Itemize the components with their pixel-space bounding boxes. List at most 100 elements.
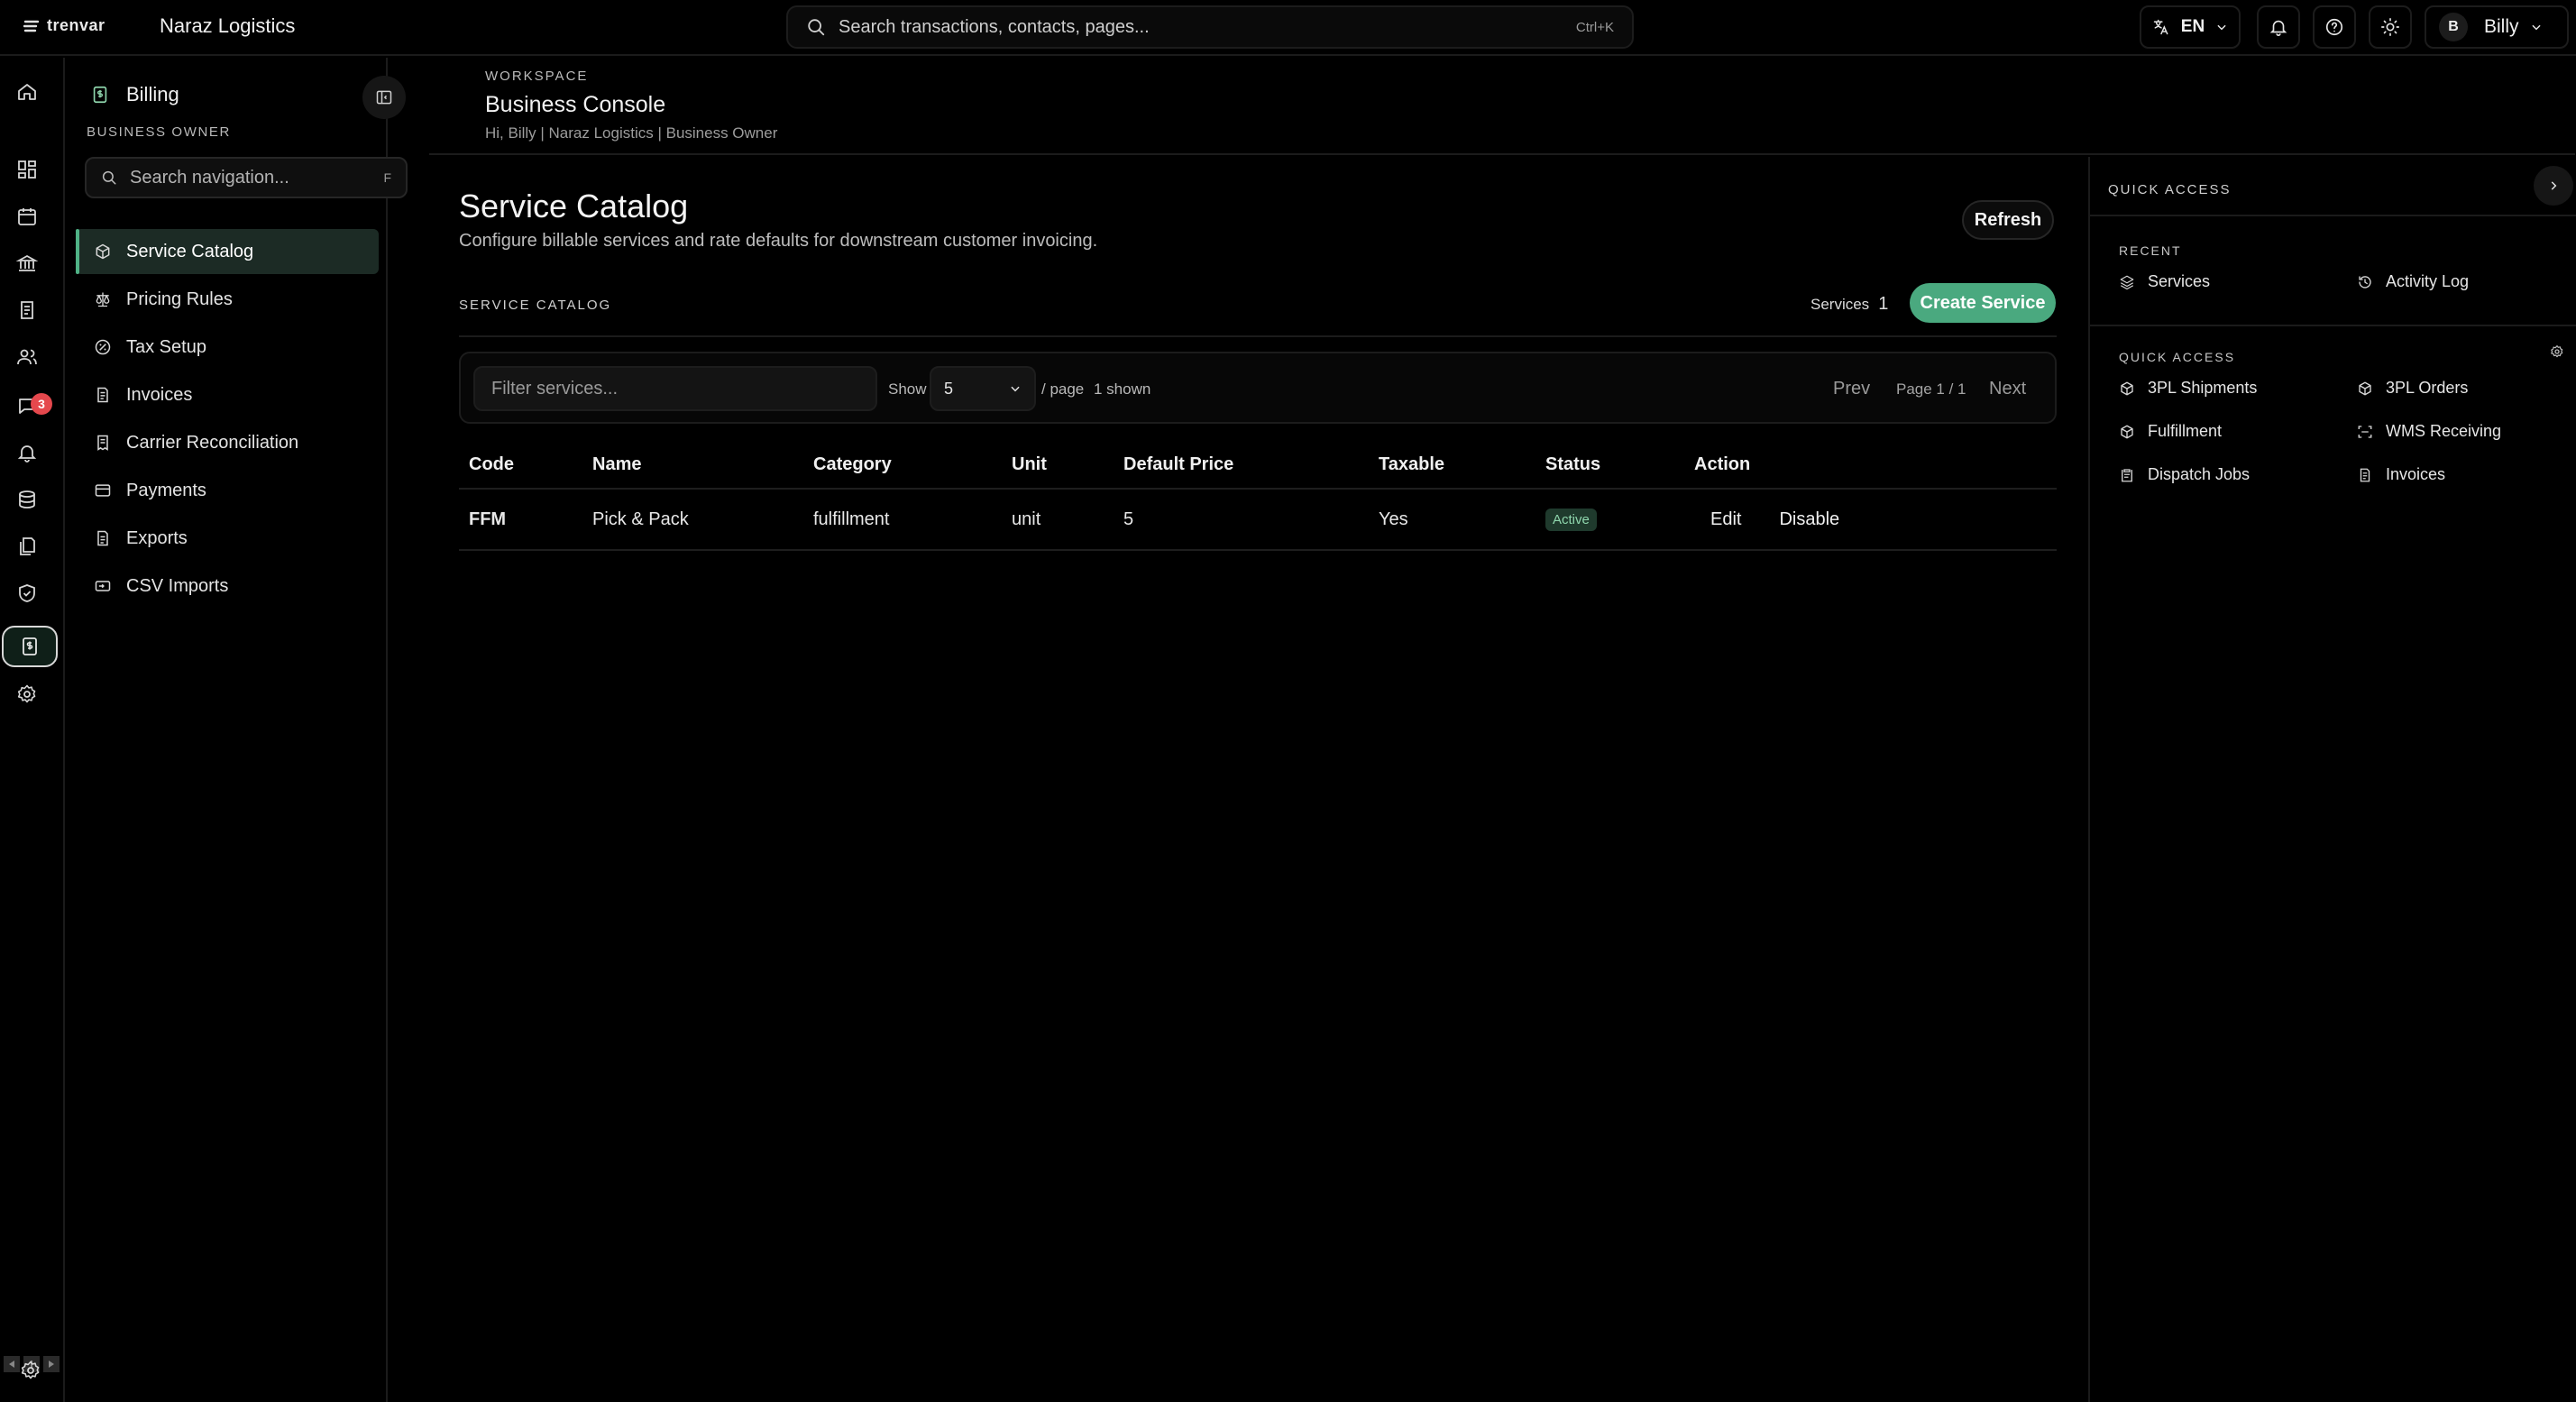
sidebar-item-payments[interactable]: Payments bbox=[76, 468, 379, 513]
layers-icon bbox=[2120, 275, 2134, 289]
column-header-action: Action bbox=[1684, 442, 2057, 490]
disable-button[interactable]: Disable bbox=[1779, 509, 1839, 530]
export-icon bbox=[97, 530, 108, 546]
brand-name: trenvar bbox=[47, 16, 105, 34]
sidebar-item-carrier-reconciliation[interactable]: Carrier Reconciliation bbox=[76, 420, 379, 465]
import-icon bbox=[95, 581, 111, 591]
quick-item-label: Fulfillment bbox=[2148, 422, 2223, 440]
top-actions: EN B Billy bbox=[2140, 5, 2576, 49]
users-icon[interactable] bbox=[13, 343, 41, 371]
user-menu[interactable]: B Billy bbox=[2425, 5, 2569, 49]
global-search[interactable]: Search transactions, contacts, pages... … bbox=[786, 5, 1634, 49]
bell-icon[interactable] bbox=[13, 438, 41, 467]
box-icon bbox=[2121, 425, 2133, 438]
column-header-default-price: Default Price bbox=[1114, 442, 1369, 490]
shield-icon[interactable] bbox=[13, 579, 41, 608]
page-title: Service Catalog bbox=[459, 188, 689, 225]
sidebar-collapse-button[interactable] bbox=[362, 76, 406, 119]
quick-item-invoices[interactable]: Invoices bbox=[2357, 465, 2445, 484]
quick-item-fulfillment[interactable]: Fulfillment bbox=[2119, 422, 2222, 441]
sidebar-item-exports[interactable]: Exports bbox=[76, 516, 379, 561]
sidebar-item-label: Carrier Reconciliation bbox=[126, 432, 299, 453]
brand-logo[interactable]: trenvar bbox=[23, 16, 105, 35]
avatar: B bbox=[2439, 13, 2468, 41]
table-header-row: Code Name Category Unit Default Price Ta… bbox=[459, 442, 2057, 490]
quick-access-label: QUICK ACCESS bbox=[2119, 350, 2236, 364]
quick-item-label: Invoices bbox=[2386, 465, 2446, 483]
cell-taxable: Yes bbox=[1369, 489, 1536, 551]
sidebar-item-label: Payments bbox=[126, 480, 206, 500]
bell-icon bbox=[2269, 20, 2287, 36]
history-icon bbox=[2359, 275, 2371, 289]
help-button[interactable] bbox=[2313, 5, 2356, 49]
quick-access-settings-button[interactable] bbox=[2550, 344, 2564, 359]
sidebar-role: BUSINESS OWNER bbox=[87, 124, 231, 140]
quick-access-title: QUICK ACCESS bbox=[2108, 182, 2232, 197]
billing-icon[interactable] bbox=[2, 626, 58, 667]
chevron-down-icon bbox=[1011, 386, 1020, 392]
sidebar-item-label: Service Catalog bbox=[126, 241, 254, 261]
recent-item-services[interactable]: Services bbox=[2119, 272, 2210, 291]
edit-button[interactable]: Edit bbox=[1694, 509, 1741, 530]
recent-item-activity-log[interactable]: Activity Log bbox=[2357, 272, 2469, 291]
database-icon[interactable] bbox=[13, 485, 41, 514]
quick-item-label: Dispatch Jobs bbox=[2148, 465, 2251, 483]
translate-icon bbox=[2153, 19, 2168, 35]
quick-item-3pl-shipments[interactable]: 3PL Shipments bbox=[2119, 379, 2257, 398]
gear-icon[interactable] bbox=[13, 680, 41, 709]
next-page-button[interactable]: Next bbox=[1989, 379, 2026, 399]
box-icon bbox=[2359, 381, 2371, 395]
gear-icon bbox=[2551, 345, 2563, 358]
nav-search-input[interactable]: Search navigation... F bbox=[85, 157, 408, 198]
quick-item-label: WMS Receiving bbox=[2386, 422, 2502, 440]
divider bbox=[2090, 325, 2576, 326]
calendar-icon[interactable] bbox=[13, 202, 41, 231]
filter-services-input[interactable] bbox=[473, 366, 877, 411]
quick-access-panel: QUICK ACCESS RECENT Services Activity Lo… bbox=[2088, 157, 2576, 1402]
per-page-label: / page bbox=[1041, 380, 1085, 398]
help-icon bbox=[2325, 18, 2343, 36]
org-name[interactable]: Naraz Logistics bbox=[160, 14, 295, 38]
sidebar-item-csv-imports[interactable]: CSV Imports bbox=[76, 564, 379, 609]
settings-gear-icon[interactable] bbox=[16, 1356, 45, 1385]
home-icon[interactable] bbox=[13, 78, 41, 106]
ledger-icon[interactable] bbox=[13, 296, 41, 325]
sidebar-item-label: Tax Setup bbox=[126, 336, 206, 357]
refresh-button[interactable]: Refresh bbox=[1962, 200, 2054, 240]
sidebar-item-tax-setup[interactable]: Tax Setup bbox=[76, 325, 379, 370]
prev-page-button[interactable]: Prev bbox=[1833, 379, 1870, 399]
scan-icon bbox=[2358, 425, 2372, 438]
quick-item-label: 3PL Orders bbox=[2386, 379, 2469, 397]
sidebar-item-pricing-rules[interactable]: Pricing Rules bbox=[76, 277, 379, 322]
theme-toggle-button[interactable] bbox=[2369, 5, 2412, 49]
quick-item-wms-receiving[interactable]: WMS Receiving bbox=[2357, 422, 2501, 441]
divider bbox=[2090, 215, 2576, 216]
notifications-button[interactable] bbox=[2257, 5, 2300, 49]
billing-icon bbox=[93, 86, 107, 104]
cell-category: fulfillment bbox=[803, 489, 1002, 551]
main-content: Service Catalog Configure billable servi… bbox=[429, 157, 2088, 1402]
cell-code: FFM bbox=[459, 489, 582, 551]
language-select[interactable]: EN bbox=[2140, 5, 2241, 49]
page-size-value: 5 bbox=[944, 379, 954, 398]
scroll-right-icon[interactable] bbox=[43, 1356, 60, 1372]
bank-icon[interactable] bbox=[13, 249, 41, 278]
create-service-button[interactable]: Create Service bbox=[1910, 283, 2056, 323]
page-size-select[interactable]: 5 bbox=[930, 366, 1036, 411]
sidebar-item-invoices[interactable]: Invoices bbox=[76, 372, 379, 417]
section-label: SERVICE CATALOG bbox=[459, 298, 612, 313]
documents-icon[interactable] bbox=[13, 532, 41, 561]
quick-access-collapse-button[interactable] bbox=[2534, 166, 2573, 206]
show-label: Show bbox=[888, 380, 927, 398]
column-header-status: Status bbox=[1536, 442, 1684, 490]
quick-item-3pl-orders[interactable]: 3PL Orders bbox=[2357, 379, 2468, 398]
dashboard-icon[interactable] bbox=[13, 155, 41, 184]
column-header-code: Code bbox=[459, 442, 582, 490]
sidebar: Billing BUSINESS OWNER Search navigation… bbox=[67, 58, 408, 1402]
recent-item-label: Activity Log bbox=[2386, 272, 2470, 290]
shown-count: 1 shown bbox=[1094, 380, 1151, 398]
quick-item-dispatch-jobs[interactable]: Dispatch Jobs bbox=[2119, 465, 2250, 484]
column-header-taxable: Taxable bbox=[1369, 442, 1536, 490]
sidebar-item-service-catalog[interactable]: Service Catalog bbox=[76, 229, 379, 274]
top-bar: trenvar Naraz Logistics Search transacti… bbox=[0, 0, 2576, 56]
